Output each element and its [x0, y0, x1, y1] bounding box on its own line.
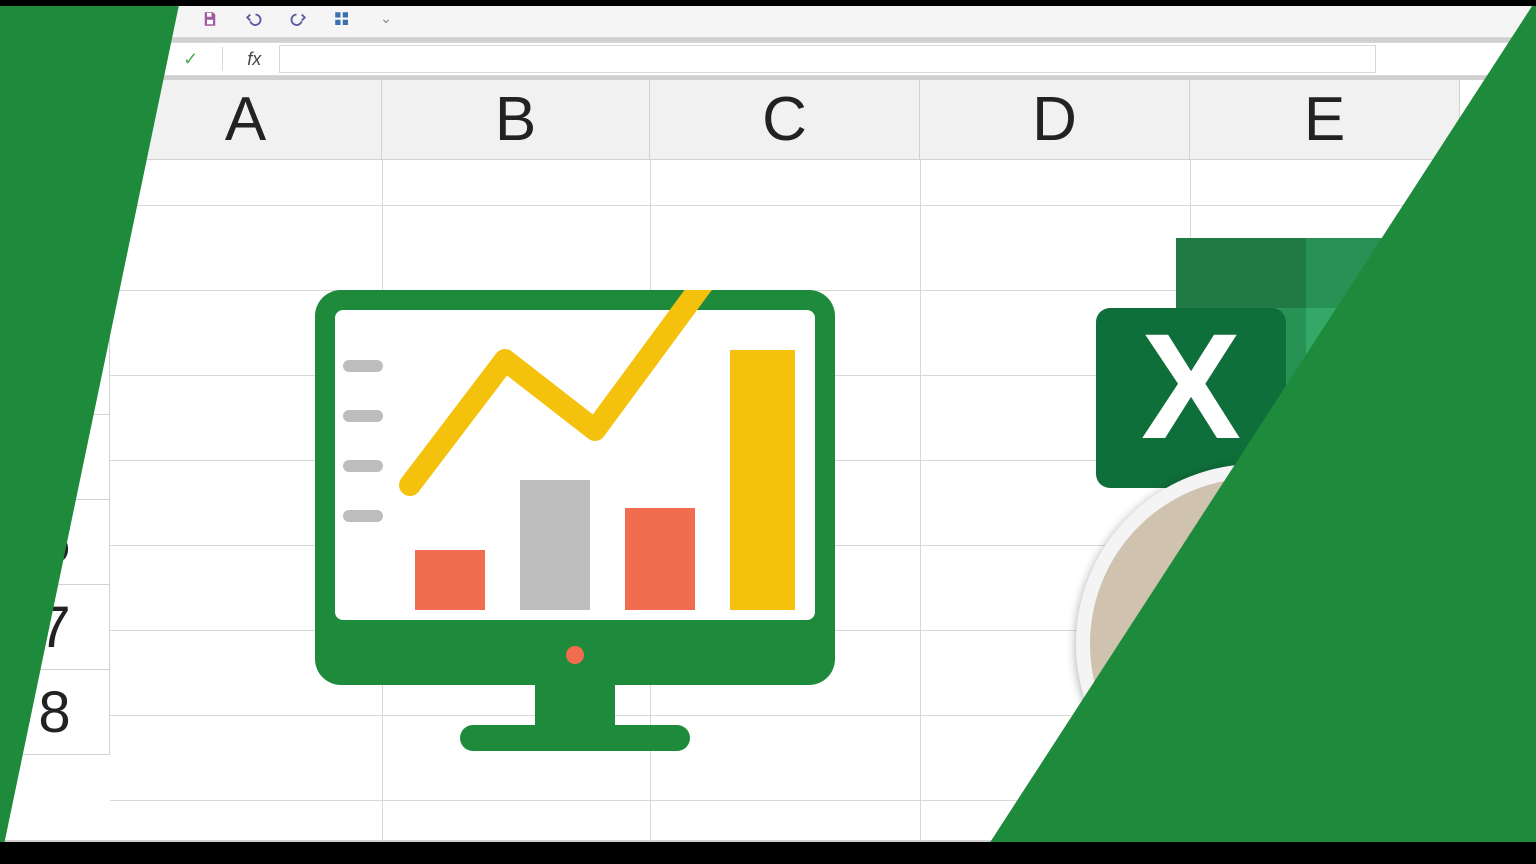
undo-icon[interactable] — [244, 9, 264, 29]
cancel-icon[interactable]: ✕ — [150, 49, 165, 70]
separator — [222, 47, 223, 71]
save-icon[interactable] — [200, 9, 220, 29]
excel-letter: X — [1141, 302, 1241, 470]
instructor-avatar — [1076, 464, 1436, 824]
fx-icon[interactable]: fx — [247, 49, 261, 70]
col-header-d[interactable]: D — [920, 80, 1190, 160]
row-header-7[interactable]: 7 — [0, 585, 110, 670]
row-headers: 2 3 4 5 6 7 8 — [0, 160, 110, 755]
letterbox-bottom — [0, 842, 1536, 864]
grid-icon[interactable] — [332, 9, 352, 29]
column-headers: A B C D E — [110, 80, 1460, 160]
col-header-c[interactable]: C — [650, 80, 920, 160]
row-header-4[interactable]: 4 — [0, 330, 110, 415]
dropdown-icon[interactable]: ⌄ — [376, 9, 396, 29]
row-header-5[interactable]: 5 — [0, 415, 110, 500]
col-header-b[interactable]: B — [382, 80, 650, 160]
formula-bar: ✕ ✓ fx — [0, 42, 1536, 76]
row-header-3[interactable]: 3 — [0, 245, 110, 330]
col-header-e[interactable]: E — [1190, 80, 1460, 160]
formula-input[interactable] — [279, 45, 1376, 73]
accept-icon[interactable]: ✓ — [183, 49, 198, 70]
row-header-6[interactable]: 6 — [0, 500, 110, 585]
row-header-2[interactable]: 2 — [0, 160, 110, 245]
letterbox-top — [0, 0, 1536, 6]
col-header-a[interactable]: A — [110, 80, 382, 160]
redo-icon[interactable] — [288, 9, 308, 29]
row-header-8[interactable]: 8 — [0, 670, 110, 755]
